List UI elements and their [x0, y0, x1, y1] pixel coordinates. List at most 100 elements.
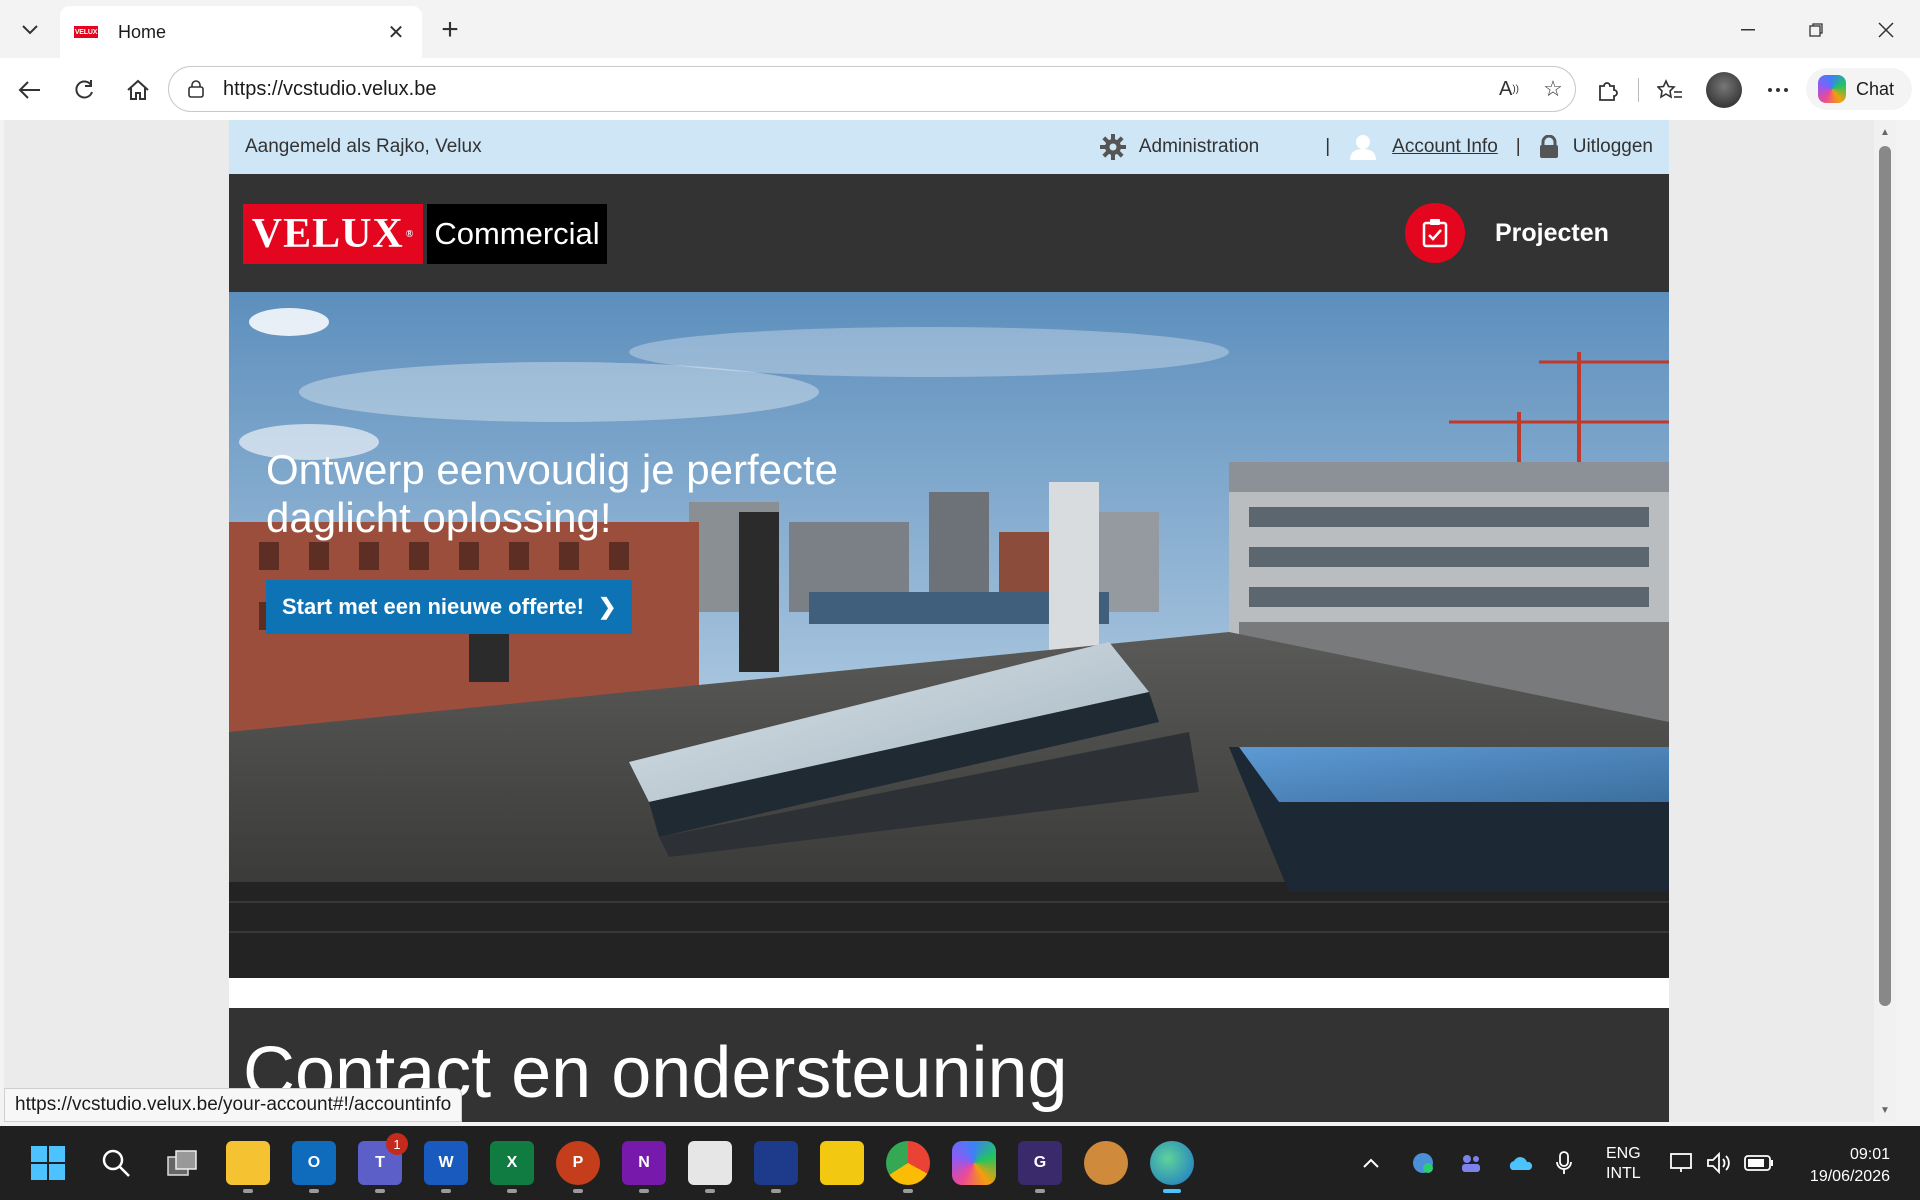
section-spacer [229, 978, 1669, 1008]
excel-icon[interactable]: X [490, 1141, 534, 1193]
hero-banner: Ontwerp eenvoudig je perfecte daglicht o… [229, 292, 1669, 978]
clipboard-check-icon [1422, 219, 1448, 248]
user-icon [1350, 135, 1377, 160]
dog-app-icon[interactable] [1084, 1141, 1128, 1185]
copilot-label: Chat [1856, 78, 1895, 99]
logout-link[interactable]: Uitloggen [1539, 135, 1653, 159]
favorites-list-icon [1657, 79, 1682, 99]
keyboard-language[interactable]: ENG INTL [1606, 1144, 1641, 1184]
url-text[interactable]: https://vcstudio.velux.be [223, 78, 1487, 101]
read-aloud-icon[interactable]: A)) [1487, 69, 1531, 109]
administration-label: Administration [1138, 136, 1260, 157]
velux-favicon-icon: VELUX [74, 26, 98, 38]
battery-icon[interactable] [1744, 1126, 1774, 1200]
home-icon [127, 79, 149, 100]
copilot-app-icon[interactable] [952, 1141, 996, 1185]
vertical-scrollbar[interactable]: ▲ ▼ [1874, 120, 1896, 1122]
volume-icon[interactable] [1706, 1126, 1732, 1200]
scrollbar-thumb[interactable] [1879, 146, 1891, 1006]
favorite-star-icon[interactable]: ☆ [1531, 69, 1575, 109]
search-button[interactable] [94, 1141, 138, 1185]
close-window-button[interactable] [1858, 10, 1914, 50]
separator: | [1325, 136, 1331, 157]
windows-logo-icon [31, 1146, 65, 1180]
snipping-tool-icon[interactable] [688, 1141, 732, 1193]
vpn-globe-icon[interactable] [1412, 1126, 1434, 1200]
g-app-icon[interactable]: G [1018, 1141, 1062, 1193]
minimize-button[interactable] [1720, 10, 1776, 50]
new-tab-button[interactable]: + [432, 12, 468, 48]
edge-icon[interactable] [1150, 1141, 1194, 1193]
back-button[interactable] [10, 70, 50, 110]
onedrive-icon[interactable] [1508, 1126, 1534, 1200]
restore-button[interactable] [1788, 10, 1844, 50]
outlook-icon[interactable]: O [292, 1141, 336, 1193]
extensions-button[interactable] [1588, 70, 1628, 110]
task-view-icon [167, 1150, 197, 1176]
teams-tray-icon[interactable] [1460, 1126, 1482, 1200]
new-quote-button[interactable]: Start met een nieuwe offerte! ❯ [266, 580, 633, 634]
settings-more-button[interactable] [1758, 70, 1798, 110]
new-quote-label: Start met een nieuwe offerte! [282, 594, 584, 619]
velux-page: Aangemeld als Rajko, Velux Administratio… [229, 120, 1669, 1122]
address-bar[interactable]: https://vcstudio.velux.be A)) ☆ [168, 66, 1576, 112]
word-icon[interactable]: W [424, 1141, 468, 1193]
tab-home[interactable]: VELUX Home ✕ [60, 6, 422, 58]
home-button[interactable] [118, 70, 158, 110]
windows-taskbar: O T1 W X P N G ENG INTL 09:01 19/06/2026 [0, 1126, 1920, 1200]
logged-in-text: Aangemeld als Rajko, Velux [245, 136, 482, 157]
lock-icon[interactable] [185, 78, 207, 100]
toolbar-divider [1638, 78, 1639, 102]
start-button[interactable] [26, 1141, 70, 1185]
hero-rooftop-image [229, 292, 1669, 978]
tab-actions-menu[interactable] [6, 10, 54, 50]
analytics-app-icon[interactable] [754, 1141, 798, 1193]
padlock-icon [1539, 135, 1558, 158]
copilot-chat-button[interactable]: Chat [1806, 68, 1912, 110]
lang-line2: INTL [1606, 1165, 1641, 1182]
refresh-button[interactable] [64, 70, 104, 110]
power-bi-icon[interactable] [820, 1141, 864, 1185]
show-hidden-icons[interactable] [1362, 1126, 1380, 1200]
onenote-icon[interactable]: N [622, 1141, 666, 1193]
logo-commercial: Commercial [427, 204, 607, 264]
system-clock[interactable]: 09:01 19/06/2026 [1790, 1144, 1890, 1188]
velux-logo: VELUX ® [243, 204, 423, 264]
tab-strip: VELUX Home ✕ + [0, 0, 1920, 58]
chevron-down-icon [22, 25, 38, 35]
powerpoint-icon[interactable]: P [556, 1141, 600, 1193]
more-dots-icon [1768, 88, 1788, 92]
clock-time: 09:01 [1849, 1146, 1890, 1163]
link-hover-status: https://vcstudio.velux.be/your-account#!… [4, 1088, 463, 1122]
file-explorer-icon[interactable] [226, 1141, 270, 1193]
favorites-button[interactable] [1650, 70, 1690, 110]
scroll-up-arrow-icon[interactable]: ▲ [1874, 122, 1896, 142]
network-icon[interactable] [1670, 1126, 1694, 1200]
projects-icon [1405, 203, 1465, 263]
lang-line1: ENG [1606, 1145, 1641, 1162]
scroll-down-arrow-icon[interactable]: ▼ [1874, 1100, 1896, 1120]
tab-title: Home [118, 21, 167, 42]
teams-icon[interactable]: T1 [358, 1133, 408, 1193]
administration-link[interactable]: Administration [1099, 133, 1259, 161]
projects-nav-link[interactable]: Projecten [1405, 203, 1609, 263]
user-topbar: Aangemeld als Rajko, Velux Administratio… [229, 120, 1669, 174]
chevron-right-icon: ❯ [597, 594, 617, 619]
task-view-button[interactable] [160, 1141, 204, 1185]
chevron-up-icon [1363, 1158, 1379, 1168]
account-info-link[interactable]: Account Info [1348, 134, 1498, 160]
account-info-label: Account Info [1392, 136, 1498, 157]
chrome-icon[interactable] [886, 1141, 930, 1193]
copilot-icon [1818, 75, 1846, 103]
browser-viewport: Aangemeld als Rajko, Velux Administratio… [4, 120, 1896, 1122]
logo-brand: VELUX [251, 211, 404, 257]
browser-toolbar: https://vcstudio.velux.be A)) ☆ Chat [0, 58, 1920, 120]
search-icon [102, 1149, 130, 1177]
site-header: VELUX ® Commercial Projecten [229, 174, 1669, 292]
profile-avatar[interactable] [1706, 72, 1742, 108]
close-tab-icon[interactable]: ✕ [384, 20, 408, 45]
puzzle-icon [1599, 82, 1618, 101]
close-icon [1878, 22, 1894, 38]
velux-commercial-logo[interactable]: VELUX ® Commercial [243, 204, 607, 264]
microphone-icon[interactable] [1556, 1126, 1572, 1200]
